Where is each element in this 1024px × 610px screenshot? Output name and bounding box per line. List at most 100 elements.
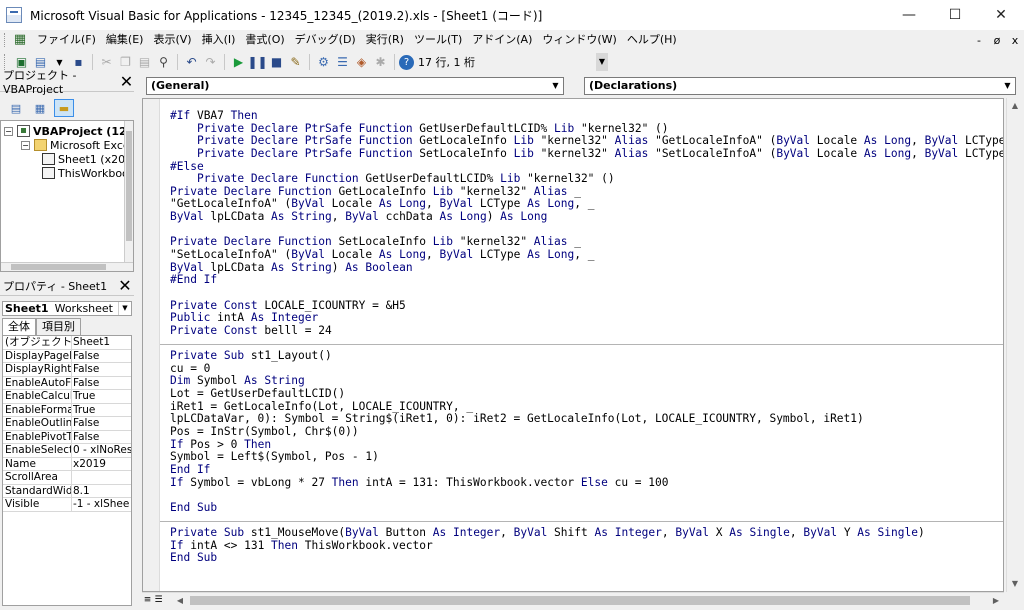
- property-value[interactable]: Sheet1: [72, 336, 131, 349]
- code-line[interactable]: Public intA As Integer: [170, 311, 1003, 325]
- menu-file[interactable]: ファイル(F): [32, 31, 101, 49]
- property-row[interactable]: ScrollArea: [3, 471, 131, 485]
- tree-item-excel-objects[interactable]: − Microsoft Excel: [21, 138, 133, 152]
- menu-insert[interactable]: 挿入(I): [197, 31, 241, 49]
- scroll-thumb[interactable]: [11, 264, 106, 270]
- project-tree-hscroll[interactable]: [1, 262, 133, 271]
- vba-app-icon[interactable]: [6, 7, 22, 23]
- find-icon[interactable]: ⚲: [154, 53, 173, 71]
- code-line[interactable]: Private Const belll = 24: [170, 324, 1003, 338]
- reset-icon[interactable]: ■: [267, 53, 286, 71]
- scroll-right-icon[interactable]: ▶: [988, 593, 1004, 609]
- properties-window-icon[interactable]: ☰: [333, 53, 352, 71]
- scroll-up-icon[interactable]: ▲: [1007, 98, 1023, 114]
- view-object-icon[interactable]: ▦: [30, 99, 50, 117]
- property-row[interactable]: DisplayRightT False: [3, 363, 131, 377]
- property-value[interactable]: False: [72, 431, 131, 444]
- menu-addins[interactable]: アドイン(A): [467, 31, 537, 49]
- code-line[interactable]: Lot = GetUserDefaultLCID(): [170, 387, 1003, 401]
- code-line[interactable]: ByVal lpLCData As String) As Boolean: [170, 261, 1003, 275]
- property-row[interactable]: EnableOutlini False: [3, 417, 131, 431]
- code-line[interactable]: [170, 287, 1003, 300]
- scroll-left-icon[interactable]: ◀: [172, 593, 188, 609]
- toolbox-icon[interactable]: ✱: [371, 53, 390, 71]
- property-row[interactable]: EnableAutoFil False: [3, 376, 131, 390]
- property-value[interactable]: False: [72, 363, 131, 376]
- minimize-button[interactable]: —: [886, 0, 932, 30]
- menu-edit[interactable]: 編集(E): [101, 31, 149, 49]
- property-row[interactable]: EnablePivotT False: [3, 430, 131, 444]
- code-line[interactable]: End Sub: [170, 552, 1003, 565]
- code-vertical-scrollbar[interactable]: ▲ ▼: [1006, 98, 1022, 592]
- property-value[interactable]: False: [72, 377, 131, 390]
- tree-item-vbaproject[interactable]: − VBAProject (1234: [4, 124, 133, 138]
- menu-window[interactable]: ウィンドウ(W): [537, 31, 621, 49]
- code-line[interactable]: Private Sub st1_Layout(): [170, 349, 1003, 363]
- copy-icon[interactable]: ❐: [116, 53, 135, 71]
- scroll-down-icon[interactable]: ▼: [1007, 576, 1023, 592]
- object-combo[interactable]: (General) ▼: [146, 77, 564, 95]
- property-row[interactable]: EnableCalcula True: [3, 390, 131, 404]
- undo-icon[interactable]: ↶: [182, 53, 201, 71]
- property-value[interactable]: False: [72, 350, 131, 363]
- child-close-button[interactable]: x: [1006, 34, 1024, 47]
- object-selector[interactable]: Sheet1 Worksheet ▼: [2, 301, 132, 316]
- run-icon[interactable]: ▶: [229, 53, 248, 71]
- property-value[interactable]: 0 - xlNoRes: [72, 444, 131, 457]
- property-row[interactable]: StandardWidth8.1: [3, 484, 131, 498]
- property-row[interactable]: EnableSelecti 0 - xlNoRes: [3, 444, 131, 458]
- property-row[interactable]: Visible -1 - xlShee: [3, 498, 131, 512]
- chevron-down-icon[interactable]: ▼: [1000, 78, 1015, 94]
- view-code-icon[interactable]: ▤: [6, 99, 26, 117]
- menu-help[interactable]: ヘルプ(H): [622, 31, 682, 49]
- menu-grip[interactable]: [4, 33, 8, 47]
- project-panel-close-icon[interactable]: ✕: [119, 72, 134, 91]
- full-module-view-icon[interactable]: ☰: [153, 592, 164, 608]
- collapse-icon[interactable]: −: [4, 126, 13, 136]
- break-icon[interactable]: ❚❚: [247, 53, 267, 71]
- procedure-view-icon[interactable]: ≡: [142, 592, 153, 608]
- scroll-thumb[interactable]: [126, 131, 132, 241]
- code-line[interactable]: ByVal lpLCData As String, ByVal cchData …: [170, 210, 1003, 224]
- menu-debug[interactable]: デバッグ(D): [290, 31, 361, 49]
- property-value[interactable]: x2019: [72, 458, 131, 471]
- collapse-icon[interactable]: −: [21, 140, 30, 150]
- property-row[interactable]: DisplayPageB False: [3, 349, 131, 363]
- code-line[interactable]: If intA <> 131 Then ThisWorkbook.vector: [170, 539, 1003, 553]
- property-row[interactable]: EnableFormat True: [3, 403, 131, 417]
- excel-view-icon[interactable]: ▦: [12, 32, 28, 48]
- tab-alphabetic[interactable]: 全体: [2, 318, 36, 335]
- property-value[interactable]: True: [72, 390, 131, 403]
- maximize-button[interactable]: ☐: [932, 0, 978, 30]
- design-mode-icon[interactable]: ✎: [286, 53, 305, 71]
- code-line[interactable]: Pos = InStr(Symbol, Chr$(0)): [170, 425, 1003, 439]
- code-line[interactable]: If Symbol = vbLong * 27 Then intA = 131:…: [170, 476, 1003, 490]
- tree-item-thisworkbook[interactable]: ThisWorkboo: [42, 166, 129, 180]
- scroll-thumb[interactable]: [190, 596, 970, 605]
- menu-tools[interactable]: ツール(T): [409, 31, 467, 49]
- toggle-folders-icon[interactable]: ▬: [54, 99, 74, 117]
- menu-format[interactable]: 書式(O): [240, 31, 289, 49]
- chevron-down-icon[interactable]: ▼: [548, 78, 563, 94]
- toolbar-overflow-icon[interactable]: ▼: [596, 53, 608, 71]
- code-line[interactable]: Symbol = Left$(Symbol, Pos - 1): [170, 451, 1003, 464]
- child-restore-button[interactable]: ø: [988, 34, 1006, 47]
- property-row[interactable]: (オブジェクト名Sheet1: [3, 336, 131, 350]
- property-value[interactable]: [72, 471, 131, 484]
- chevron-down-icon[interactable]: ▼: [118, 302, 131, 315]
- child-minimize-button[interactable]: -: [970, 34, 988, 47]
- property-value[interactable]: 8.1: [72, 485, 131, 498]
- procedure-combo[interactable]: (Declarations) ▼: [584, 77, 1016, 95]
- code-line[interactable]: Private Declare PtrSafe Function SetLoca…: [170, 147, 1003, 161]
- code-line[interactable]: #End If: [170, 274, 1003, 287]
- project-explorer-icon[interactable]: ⚙: [314, 53, 333, 71]
- tab-categorized[interactable]: 項目別: [36, 318, 81, 335]
- menu-run[interactable]: 実行(R): [361, 31, 409, 49]
- paste-icon[interactable]: ▤: [135, 53, 154, 71]
- code-horizontal-scrollbar[interactable]: ◀ ▶: [142, 592, 1004, 608]
- code-line[interactable]: [170, 489, 1003, 502]
- redo-icon[interactable]: ↷: [201, 53, 220, 71]
- code-line[interactable]: End Sub: [170, 501, 1003, 515]
- tree-item-sheet1[interactable]: Sheet1 (x201: [42, 152, 132, 166]
- property-row[interactable]: Name x2019: [3, 457, 131, 471]
